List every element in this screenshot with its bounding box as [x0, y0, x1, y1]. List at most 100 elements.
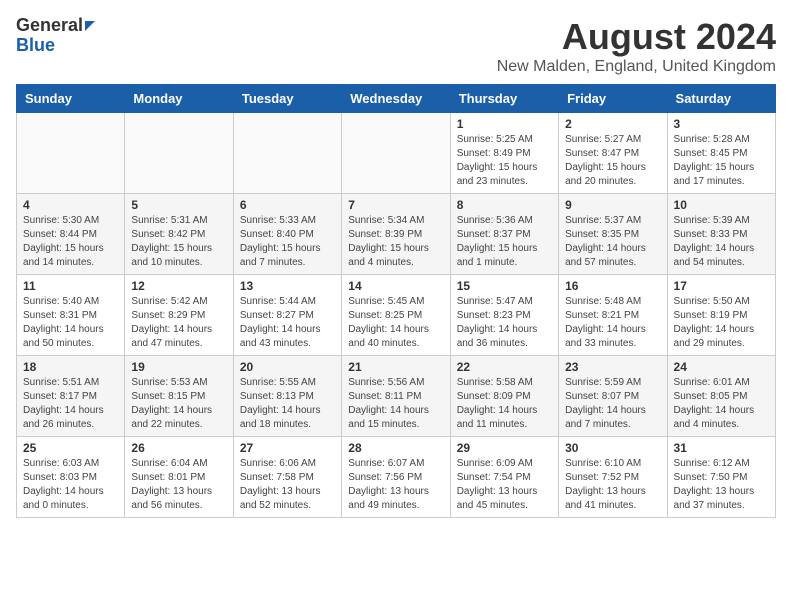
- calendar-cell: 9 Sunrise: 5:37 AM Sunset: 8:35 PM Daylig…: [559, 194, 667, 275]
- page-header: General Blue August 2024 New Malden, Eng…: [16, 16, 776, 76]
- day-number: 11: [23, 279, 118, 293]
- day-header-friday: Friday: [559, 85, 667, 113]
- day-number: 12: [131, 279, 226, 293]
- day-number: 20: [240, 360, 335, 374]
- calendar-cell: 8 Sunrise: 5:36 AM Sunset: 8:37 PM Daylig…: [450, 194, 558, 275]
- calendar-cell: 11 Sunrise: 5:40 AM Sunset: 8:31 PM Dayli…: [17, 275, 125, 356]
- day-number: 10: [674, 198, 769, 212]
- day-info: Sunrise: 5:40 AM Sunset: 8:31 PM Dayligh…: [23, 295, 118, 351]
- day-info: Sunrise: 5:34 AM Sunset: 8:39 PM Dayligh…: [348, 214, 443, 270]
- day-header-saturday: Saturday: [667, 85, 775, 113]
- day-number: 9: [565, 198, 660, 212]
- calendar-cell: 7Sunrise: 5:34 AM Sunset: 8:39 PM Daylig…: [342, 194, 450, 275]
- calendar-cell: 4Sunrise: 5:30 AM Sunset: 8:44 PM Daylig…: [17, 194, 125, 275]
- day-info: Sunrise: 5:44 AM Sunset: 8:27 PM Dayligh…: [240, 295, 335, 351]
- day-info: Sunrise: 5:55 AM Sunset: 8:13 PM Dayligh…: [240, 376, 335, 432]
- calendar-cell: 16 Sunrise: 5:48 AM Sunset: 8:21 PM Dayli…: [559, 275, 667, 356]
- day-info: Sunrise: 6:09 AM Sunset: 7:54 PM Dayligh…: [457, 457, 552, 513]
- calendar-week-row: 11 Sunrise: 5:40 AM Sunset: 8:31 PM Dayli…: [17, 275, 776, 356]
- calendar-cell: 17 Sunrise: 5:50 AM Sunset: 8:19 PM Dayli…: [667, 275, 775, 356]
- calendar-cell: 29 Sunrise: 6:09 AM Sunset: 7:54 PM Dayli…: [450, 437, 558, 518]
- day-number: 17: [674, 279, 769, 293]
- day-number: 29: [457, 441, 552, 455]
- day-info: Sunrise: 5:59 AM Sunset: 8:07 PM Dayligh…: [565, 376, 660, 432]
- day-info: Sunrise: 6:03 AM Sunset: 8:03 PM Dayligh…: [23, 457, 118, 513]
- logo-general: General: [16, 16, 95, 36]
- day-number: 6: [240, 198, 335, 212]
- day-info: Sunrise: 6:12 AM Sunset: 7:50 PM Dayligh…: [674, 457, 769, 513]
- calendar-cell: 19 Sunrise: 5:53 AM Sunset: 8:15 PM Dayli…: [125, 356, 233, 437]
- day-number: 19: [131, 360, 226, 374]
- calendar-cell: 1 Sunrise: 5:25 AM Sunset: 8:49 PM Daylig…: [450, 113, 558, 194]
- calendar-cell: 10Sunrise: 5:39 AM Sunset: 8:33 PM Dayli…: [667, 194, 775, 275]
- day-number: 16: [565, 279, 660, 293]
- day-info: Sunrise: 5:25 AM Sunset: 8:49 PM Dayligh…: [457, 133, 552, 189]
- day-number: 8: [457, 198, 552, 212]
- day-info: Sunrise: 5:28 AM Sunset: 8:45 PM Dayligh…: [674, 133, 769, 189]
- day-info: Sunrise: 5:31 AM Sunset: 8:42 PM Dayligh…: [131, 214, 226, 270]
- calendar-header-row: SundayMondayTuesdayWednesdayThursdayFrid…: [17, 85, 776, 113]
- day-number: 25: [23, 441, 118, 455]
- day-header-monday: Monday: [125, 85, 233, 113]
- day-info: Sunrise: 6:06 AM Sunset: 7:58 PM Dayligh…: [240, 457, 335, 513]
- day-header-sunday: Sunday: [17, 85, 125, 113]
- calendar-cell: 27 Sunrise: 6:06 AM Sunset: 7:58 PM Dayli…: [233, 437, 341, 518]
- day-header-thursday: Thursday: [450, 85, 558, 113]
- calendar-week-row: 18Sunrise: 5:51 AM Sunset: 8:17 PM Dayli…: [17, 356, 776, 437]
- day-number: 1: [457, 117, 552, 131]
- calendar-cell: 31 Sunrise: 6:12 AM Sunset: 7:50 PM Dayli…: [667, 437, 775, 518]
- day-info: Sunrise: 5:42 AM Sunset: 8:29 PM Dayligh…: [131, 295, 226, 351]
- calendar-cell: 21 Sunrise: 5:56 AM Sunset: 8:11 PM Dayli…: [342, 356, 450, 437]
- day-number: 23: [565, 360, 660, 374]
- calendar-cell: 13 Sunrise: 5:44 AM Sunset: 8:27 PM Dayli…: [233, 275, 341, 356]
- calendar-week-row: 4Sunrise: 5:30 AM Sunset: 8:44 PM Daylig…: [17, 194, 776, 275]
- calendar-week-row: 1 Sunrise: 5:25 AM Sunset: 8:49 PM Daylig…: [17, 113, 776, 194]
- calendar-cell: [342, 113, 450, 194]
- calendar-cell: 22Sunrise: 5:58 AM Sunset: 8:09 PM Dayli…: [450, 356, 558, 437]
- day-number: 27: [240, 441, 335, 455]
- calendar-cell: [125, 113, 233, 194]
- calendar-cell: 24 Sunrise: 6:01 AM Sunset: 8:05 PM Dayli…: [667, 356, 775, 437]
- logo: General Blue: [16, 16, 95, 56]
- calendar-cell: 12 Sunrise: 5:42 AM Sunset: 8:29 PM Dayli…: [125, 275, 233, 356]
- calendar-cell: 15Sunrise: 5:47 AM Sunset: 8:23 PM Dayli…: [450, 275, 558, 356]
- day-info: Sunrise: 5:47 AM Sunset: 8:23 PM Dayligh…: [457, 295, 552, 351]
- day-header-wednesday: Wednesday: [342, 85, 450, 113]
- day-info: Sunrise: 5:56 AM Sunset: 8:11 PM Dayligh…: [348, 376, 443, 432]
- calendar-cell: 5 Sunrise: 5:31 AM Sunset: 8:42 PM Daylig…: [125, 194, 233, 275]
- day-number: 24: [674, 360, 769, 374]
- calendar-cell: 2 Sunrise: 5:27 AM Sunset: 8:47 PM Daylig…: [559, 113, 667, 194]
- day-info: Sunrise: 6:01 AM Sunset: 8:05 PM Dayligh…: [674, 376, 769, 432]
- day-info: Sunrise: 5:36 AM Sunset: 8:37 PM Dayligh…: [457, 214, 552, 270]
- day-info: Sunrise: 5:51 AM Sunset: 8:17 PM Dayligh…: [23, 376, 118, 432]
- day-info: Sunrise: 5:53 AM Sunset: 8:15 PM Dayligh…: [131, 376, 226, 432]
- calendar-cell: 28Sunrise: 6:07 AM Sunset: 7:56 PM Dayli…: [342, 437, 450, 518]
- day-info: Sunrise: 5:27 AM Sunset: 8:47 PM Dayligh…: [565, 133, 660, 189]
- calendar-cell: 6 Sunrise: 5:33 AM Sunset: 8:40 PM Daylig…: [233, 194, 341, 275]
- main-title: August 2024: [497, 16, 776, 58]
- day-number: 21: [348, 360, 443, 374]
- day-number: 26: [131, 441, 226, 455]
- day-info: Sunrise: 5:33 AM Sunset: 8:40 PM Dayligh…: [240, 214, 335, 270]
- day-number: 22: [457, 360, 552, 374]
- day-info: Sunrise: 5:48 AM Sunset: 8:21 PM Dayligh…: [565, 295, 660, 351]
- calendar-cell: 18Sunrise: 5:51 AM Sunset: 8:17 PM Dayli…: [17, 356, 125, 437]
- calendar-cell: 25 Sunrise: 6:03 AM Sunset: 8:03 PM Dayli…: [17, 437, 125, 518]
- title-area: August 2024 New Malden, England, United …: [497, 16, 776, 76]
- day-number: 2: [565, 117, 660, 131]
- day-number: 30: [565, 441, 660, 455]
- calendar-cell: 30 Sunrise: 6:10 AM Sunset: 7:52 PM Dayli…: [559, 437, 667, 518]
- day-number: 31: [674, 441, 769, 455]
- day-number: 13: [240, 279, 335, 293]
- day-info: Sunrise: 6:10 AM Sunset: 7:52 PM Dayligh…: [565, 457, 660, 513]
- calendar-table: SundayMondayTuesdayWednesdayThursdayFrid…: [16, 84, 776, 518]
- calendar-week-row: 25 Sunrise: 6:03 AM Sunset: 8:03 PM Dayli…: [17, 437, 776, 518]
- day-info: Sunrise: 5:50 AM Sunset: 8:19 PM Dayligh…: [674, 295, 769, 351]
- subtitle: New Malden, England, United Kingdom: [497, 58, 776, 76]
- day-info: Sunrise: 5:37 AM Sunset: 8:35 PM Dayligh…: [565, 214, 660, 270]
- day-number: 5: [131, 198, 226, 212]
- day-info: Sunrise: 5:30 AM Sunset: 8:44 PM Dayligh…: [23, 214, 118, 270]
- calendar-cell: [17, 113, 125, 194]
- day-info: Sunrise: 6:04 AM Sunset: 8:01 PM Dayligh…: [131, 457, 226, 513]
- calendar-cell: 3Sunrise: 5:28 AM Sunset: 8:45 PM Daylig…: [667, 113, 775, 194]
